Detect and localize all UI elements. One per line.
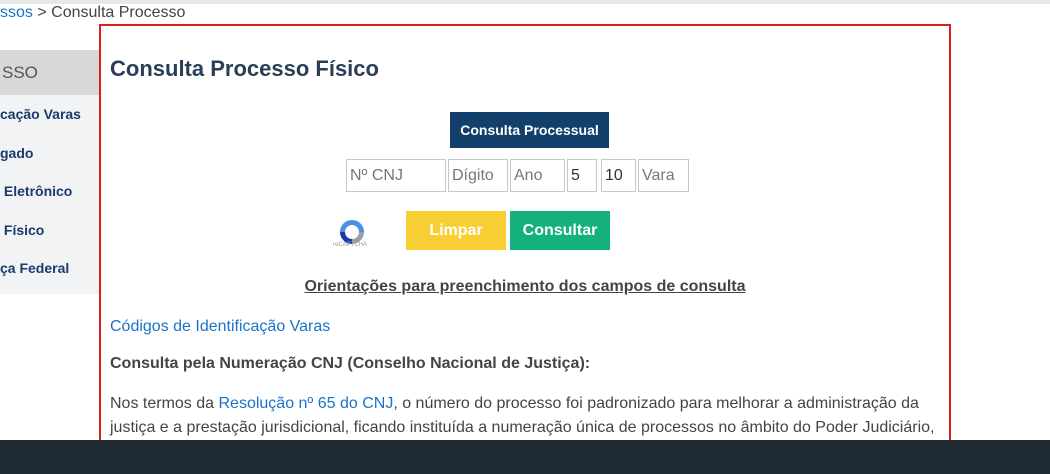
limpar-button[interactable]: Limpar bbox=[406, 211, 506, 250]
sidebar-item-justica-federal[interactable]: ça Federal bbox=[0, 249, 99, 288]
tribunal-input[interactable] bbox=[601, 159, 636, 192]
sidebar-item-processo-fisico[interactable]: Físico bbox=[0, 211, 99, 250]
resolucao-cnj-link[interactable]: Resolução nº 65 do CNJ bbox=[218, 395, 393, 412]
cnj-number-input[interactable] bbox=[346, 159, 446, 192]
codigos-identificacao-varas-link[interactable]: Códigos de Identificação Varas bbox=[110, 318, 330, 336]
sidebar-header: SSO bbox=[0, 50, 99, 95]
breadcrumb: ssos > Consulta Processo bbox=[0, 4, 185, 22]
sidebar-item-identificacao-varas[interactable]: cação Varas bbox=[0, 95, 99, 134]
consulta-panel: Consulta Processo Físico Consulta Proces… bbox=[99, 24, 951, 451]
orientacoes-heading: Orientações para preenchimento dos campo… bbox=[304, 278, 746, 295]
resolucao-paragraph: Nos termos da Resolução nº 65 do CNJ, o … bbox=[110, 392, 945, 440]
taskbar bbox=[0, 440, 1050, 474]
breadcrumb-link-processos[interactable]: ssos bbox=[0, 4, 33, 21]
ano-input[interactable] bbox=[510, 159, 565, 192]
breadcrumb-separator: > bbox=[32, 4, 52, 21]
cnj-subheading: Consulta pela Numeração CNJ (Conselho Na… bbox=[110, 355, 591, 372]
vara-input[interactable] bbox=[638, 159, 689, 192]
sidebar-item-processo-eletronico[interactable]: Eletrônico bbox=[0, 172, 99, 211]
consultar-button[interactable]: Consultar bbox=[510, 211, 610, 250]
breadcrumb-current: Consulta Processo bbox=[51, 4, 186, 21]
page-title: Consulta Processo Físico bbox=[110, 56, 379, 81]
digito-input[interactable] bbox=[448, 159, 508, 192]
consulta-processual-button[interactable]: Consulta Processual bbox=[450, 112, 609, 148]
recaptcha-label: reCAPTCHA bbox=[333, 242, 368, 248]
segmento-input[interactable] bbox=[567, 159, 597, 192]
sidebar: SSO cação Varas gado Eletrônico Físico ç… bbox=[0, 50, 99, 294]
paragraph-prefix: Nos termos da bbox=[110, 395, 219, 412]
sidebar-item-advogado[interactable]: gado bbox=[0, 134, 99, 173]
